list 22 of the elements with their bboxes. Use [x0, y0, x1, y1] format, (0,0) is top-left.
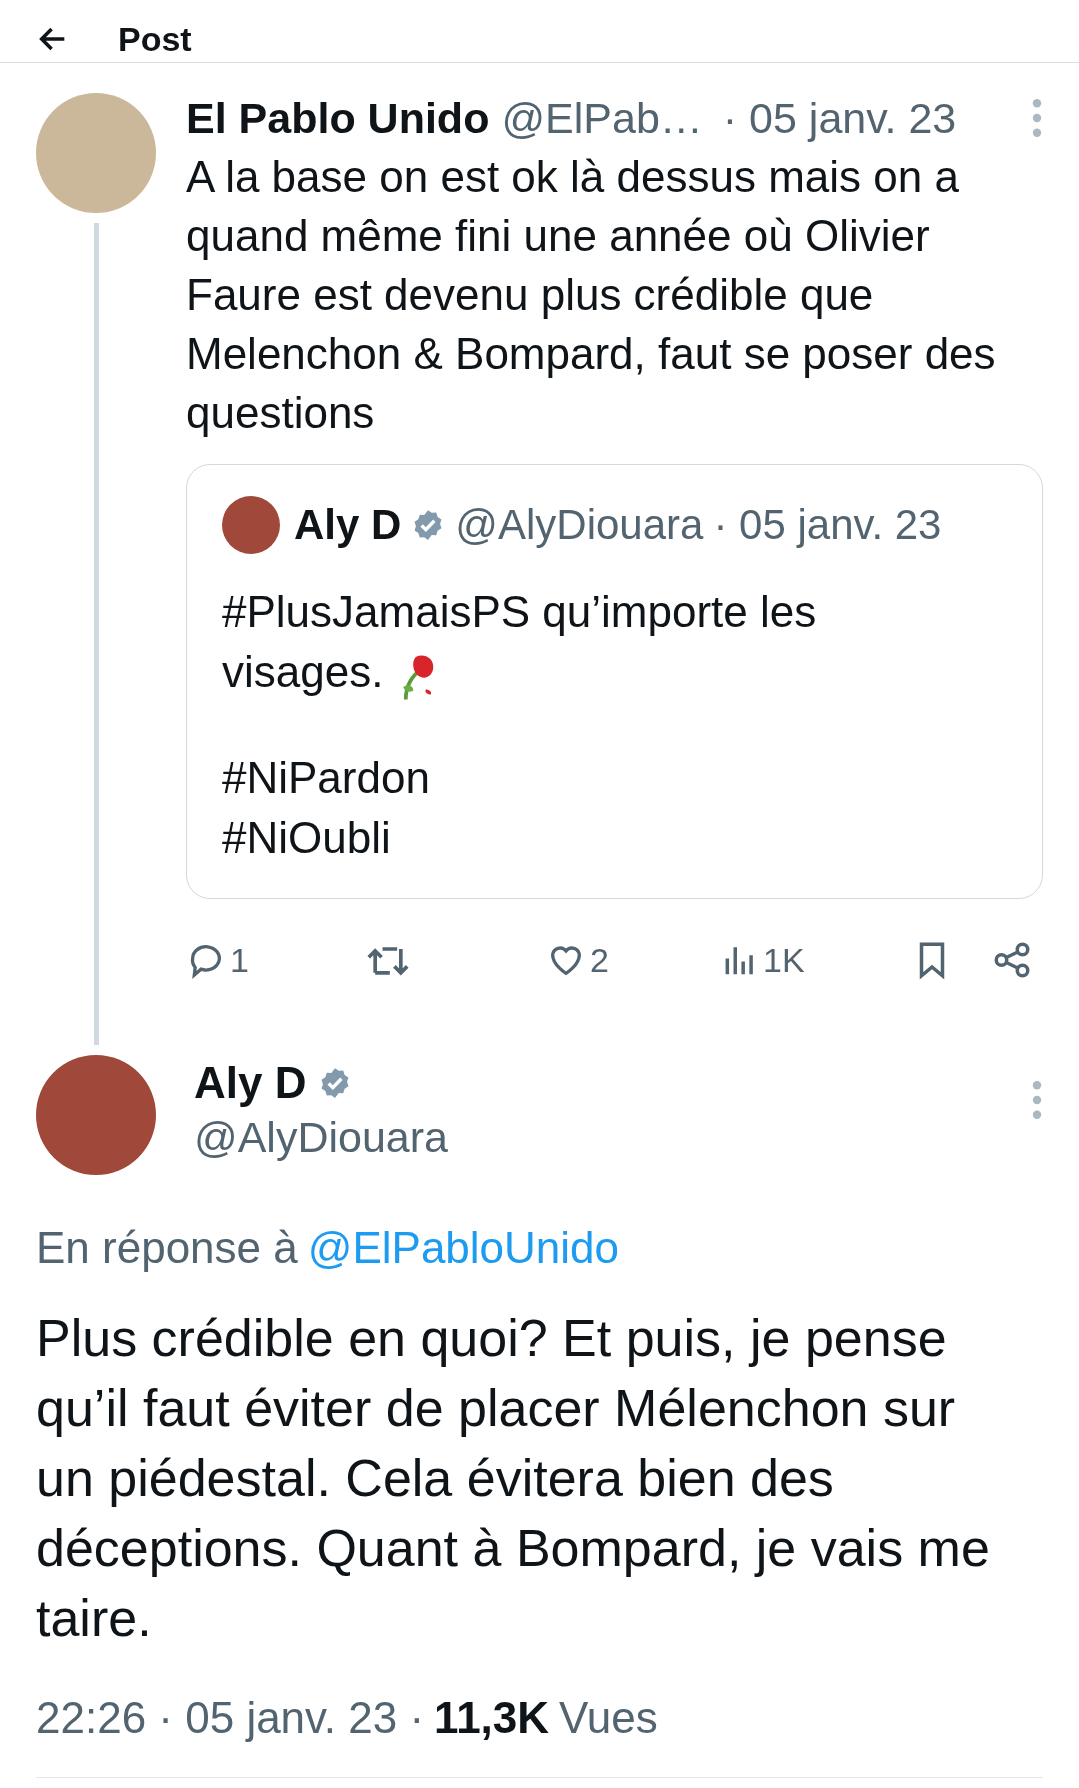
action-count: 1K: [763, 939, 805, 981]
views-label: Vues: [559, 1692, 658, 1744]
view-count: 11,3K: [434, 1692, 550, 1744]
hashtag[interactable]: #NiPardon: [222, 748, 1007, 808]
post-date[interactable]: · 05 janv. 23: [722, 85, 957, 151]
post-text: visages.: [222, 646, 384, 698]
post-timestamp: 22:26 · 05 janv. 23 ·: [36, 1692, 425, 1744]
hashtag[interactable]: #NiOubli: [222, 808, 1007, 868]
author-name[interactable]: El Pablo Unido: [186, 85, 490, 151]
post-date: · 05 janv. 23: [713, 500, 942, 550]
avatar[interactable]: [222, 495, 280, 554]
post-text: Plus crédible en quoi? Et puis, je pense qu’il faut éviter de placer Mélenchon sur un piédestal. Cela évitera bien des déceptions. Quant à Bompard, je vais me taire.: [36, 1308, 991, 1649]
post-text: A la base on est ok là dessus mais on a quand même fini une année où Olivier Faure est devenu plus crédible que Melenchon & Bompard, faut se poser des questions: [186, 151, 997, 439]
quoted-post-card[interactable]: Aly D @AlyDiouara · 05 janv. 23 #PlusJamaisPS qu’importe les visages. #NiPardon #NiOubli: [186, 464, 1043, 899]
reply-context: En réponse à: [36, 1222, 298, 1274]
action-count: 2: [590, 939, 609, 981]
page-title: Post: [118, 22, 192, 56]
author-handle: @AlyDiouara: [455, 500, 704, 550]
author-name: Aly D: [294, 500, 402, 550]
action-count: 1: [230, 939, 249, 981]
post-text: #PlusJamaisPS qu’importe les: [222, 586, 817, 638]
author-handle[interactable]: @ElPab…: [501, 85, 703, 151]
